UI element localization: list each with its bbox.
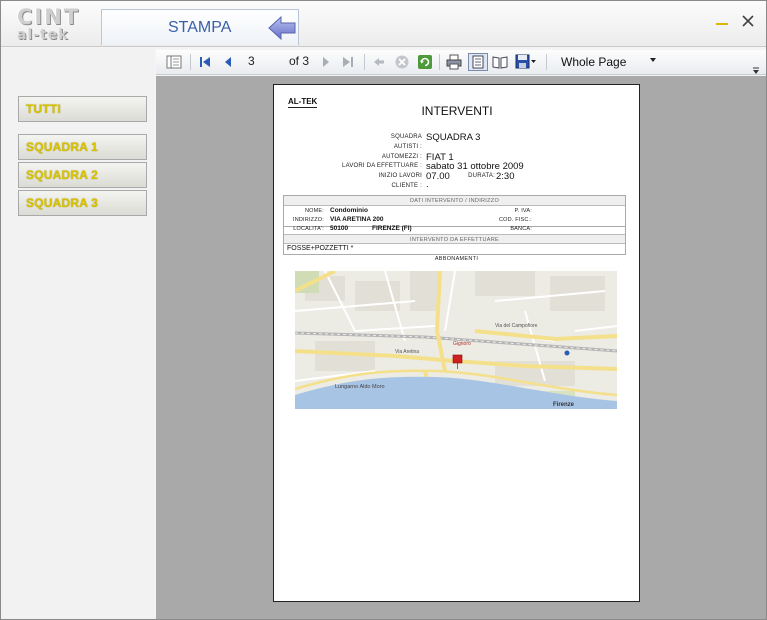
cliente-value: . xyxy=(426,179,429,190)
window-controls xyxy=(714,13,756,29)
map-label-campofiore: Via del Campofiore xyxy=(495,323,538,329)
logo-line2: al-tek xyxy=(17,27,69,43)
toolbar-separator xyxy=(546,54,547,70)
report-preview-area[interactable]: AL-TEK INTERVENTI SQUADRA SQUADRA 3 AUTI… xyxy=(156,76,766,619)
first-page-icon[interactable] xyxy=(198,53,212,71)
sidebar: TUTTI SQUADRA 1 SQUADRA 2 SQUADRA 3 xyxy=(1,48,155,619)
app-logo: CINT al-tek xyxy=(15,5,81,45)
citta-value: FIRENZE (FI) xyxy=(372,225,412,232)
toolbar-separator xyxy=(439,54,440,70)
next-page-icon[interactable] xyxy=(320,53,332,71)
indirizzo-value: VIA ARETINA 200 xyxy=(330,216,384,223)
chevron-down-icon xyxy=(650,58,656,62)
tab-stampa[interactable]: STAMPA xyxy=(101,9,299,45)
location-map: Lungarno Aldo Moro Firenze Via Aretina G… xyxy=(295,271,617,409)
box-header-intervento: INTERVENTO DA EFFETTUARE xyxy=(284,234,625,244)
sidebar-item-tutti[interactable]: TUTTI xyxy=(18,96,147,122)
sidebar-item-squadra-3[interactable]: SQUADRA 3 xyxy=(18,190,147,216)
abbonamenti-label: ABBONAMENTI xyxy=(434,256,479,262)
cliente-label: CLIENTE : xyxy=(391,183,422,189)
refresh-icon[interactable] xyxy=(417,53,433,71)
report-page: AL-TEK INTERVENTI SQUADRA SQUADRA 3 AUTI… xyxy=(273,84,640,602)
localita-label: LOCALITA': xyxy=(293,226,324,232)
map-label-lungarno: Lungarno Aldo Moro xyxy=(335,384,385,390)
durata-value: 2:30 xyxy=(496,171,515,182)
autisti-label: AUTISTI : xyxy=(393,144,422,150)
main-window: CINT al-tek STAMPA TUTTI SQUADRA 1 SQUAD… xyxy=(0,0,767,620)
close-icon[interactable] xyxy=(740,13,756,29)
durata-label: DURATA: xyxy=(468,173,495,179)
document-map-icon[interactable] xyxy=(166,53,182,71)
report-toolbar: 3 of 3 Whole Page xyxy=(156,50,766,75)
current-page-input[interactable]: 3 xyxy=(248,54,288,68)
back-arrow-icon[interactable] xyxy=(268,15,296,46)
minimize-icon[interactable] xyxy=(714,13,730,29)
sidebar-item-squadra-2[interactable]: SQUADRA 2 xyxy=(18,162,147,188)
map-label-gignoro: Gignoro xyxy=(453,341,471,347)
sidebar-item-squadra-1[interactable]: SQUADRA 1 xyxy=(18,134,147,160)
piva-label: P. IVA: xyxy=(514,208,532,214)
toolbar-separator xyxy=(364,54,365,70)
squadra-value: SQUADRA 3 xyxy=(426,132,481,143)
map-label-via-aretina: Via Aretina xyxy=(395,349,419,355)
nome-label: NOME: xyxy=(304,208,324,214)
nome-value: Condominio xyxy=(330,207,368,214)
print-layout-icon[interactable] xyxy=(468,53,488,71)
automezzi-label: AUTOMEZZI : xyxy=(381,154,422,160)
toolbar-separator xyxy=(190,54,191,70)
squadra-label: SQUADRA xyxy=(390,134,422,140)
zoom-select[interactable]: Whole Page xyxy=(556,52,660,72)
zoom-value: Whole Page xyxy=(561,55,627,69)
intervento-details-box: DATI INTERVENTO / INDIRIZZO NOME: Condom… xyxy=(283,195,626,227)
logo-line1: CINT xyxy=(17,5,81,29)
of-label: of xyxy=(289,54,300,68)
last-page-icon[interactable] xyxy=(341,53,355,71)
print-icon[interactable] xyxy=(446,53,462,71)
header-bar: CINT al-tek STAMPA xyxy=(1,1,766,47)
total-pages: 3 xyxy=(302,54,310,68)
page-of-label: of 3 xyxy=(289,54,309,68)
previous-page-icon[interactable] xyxy=(222,53,234,71)
stop-icon[interactable] xyxy=(394,53,410,71)
report-title: INTERVENTI xyxy=(421,104,493,118)
localita-box: LOCALITA': 50100 FIRENZE (FI) BANCA: INT… xyxy=(283,225,626,255)
indirizzo-label: INDIRIZZO: xyxy=(292,217,324,223)
export-save-icon[interactable] xyxy=(515,53,537,71)
station-icon xyxy=(564,350,570,356)
back-icon[interactable] xyxy=(372,53,386,71)
box-header-dati: DATI INTERVENTO / INDIRIZZO xyxy=(284,196,625,206)
banca-label: BANCA: xyxy=(510,226,532,232)
codfisc-label: COD. FISC.: xyxy=(498,217,532,223)
map-label-firenze: Firenze xyxy=(553,402,575,408)
cap-value: 50100 xyxy=(330,225,349,232)
tab-stampa-label: STAMPA xyxy=(168,19,232,36)
page-setup-icon[interactable] xyxy=(492,53,508,71)
lavori-label: LAVORI DA EFFETTUARE : xyxy=(342,163,422,169)
intervento-note: FOSSE+POZZETTI * xyxy=(287,245,354,252)
